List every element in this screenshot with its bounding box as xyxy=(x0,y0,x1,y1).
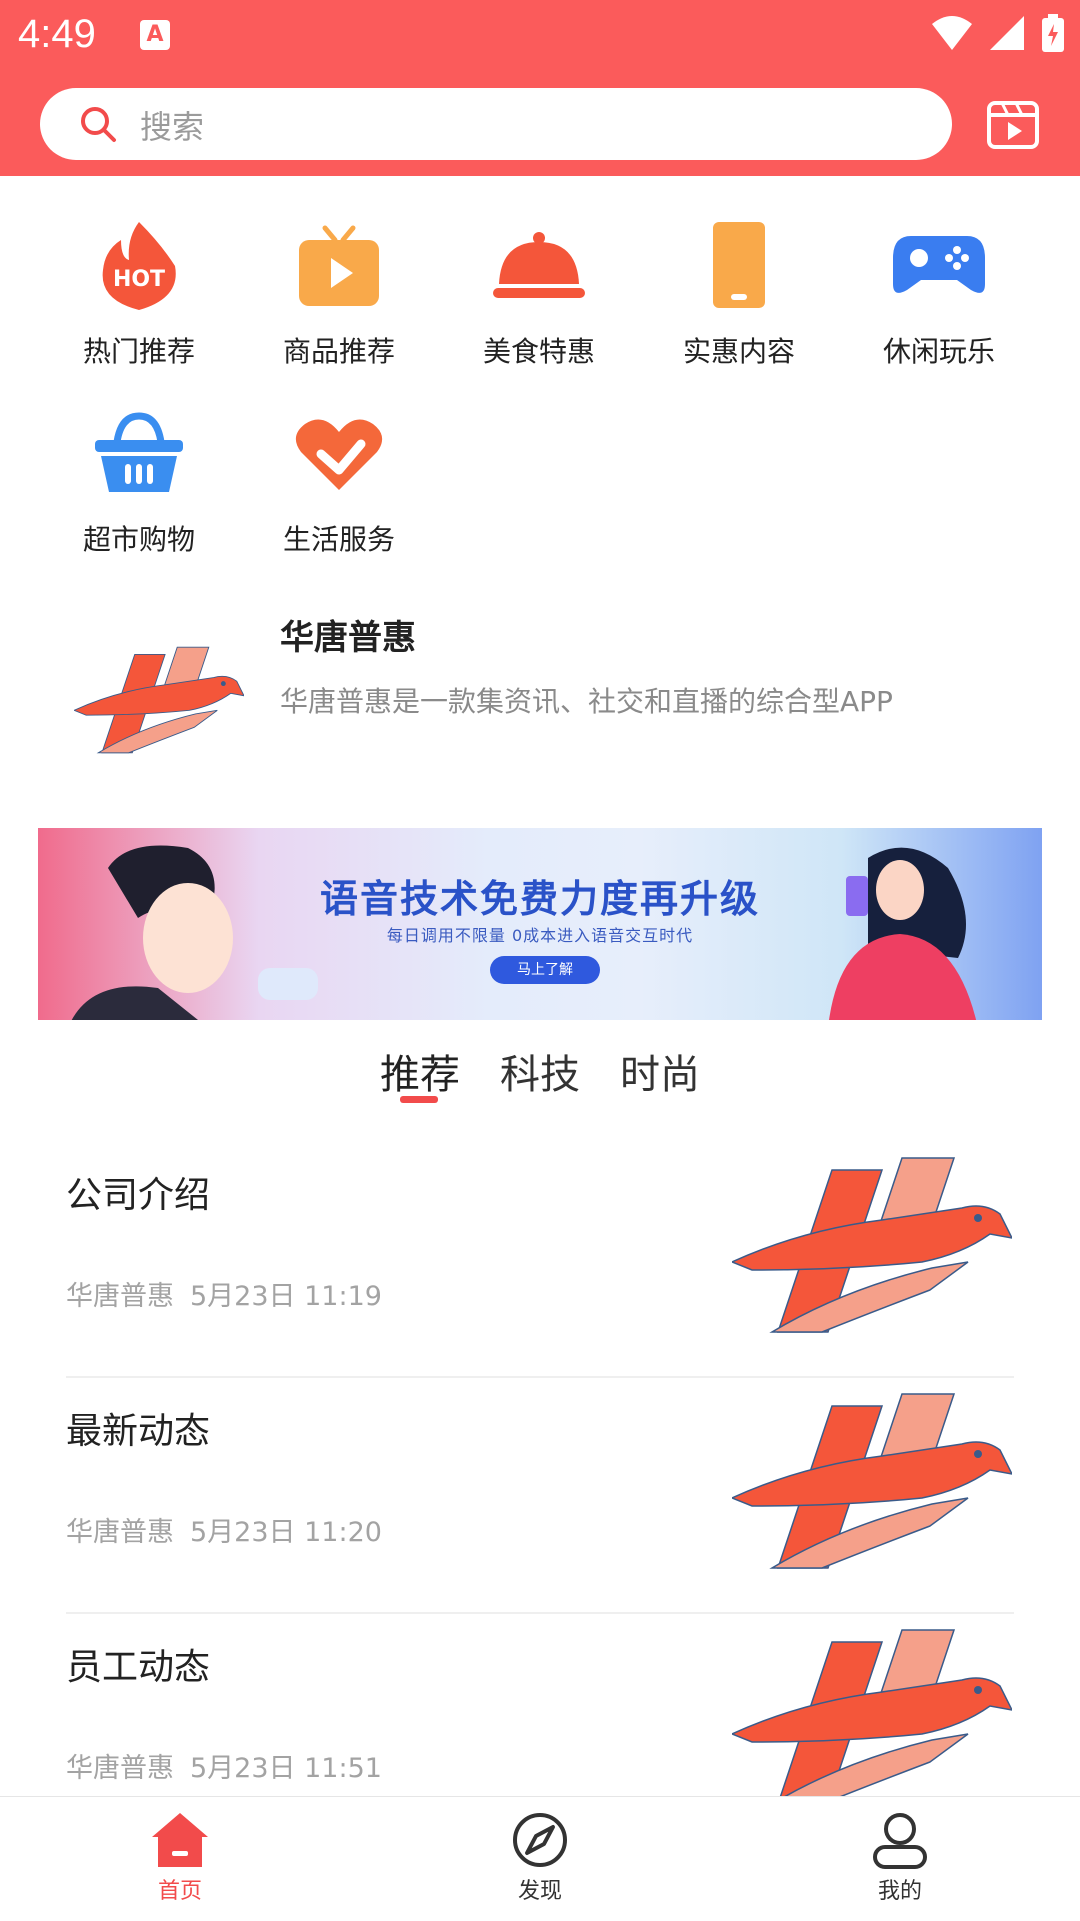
category-label: 热门推荐 xyxy=(82,335,195,368)
svg-text:HOT: HOT xyxy=(113,267,165,292)
status-indicators xyxy=(932,14,1064,52)
signal-icon xyxy=(990,16,1024,50)
item-title: 公司介绍 xyxy=(66,1175,211,1216)
category-goods[interactable]: 商品推荐 xyxy=(254,218,424,388)
nav-discover[interactable]: 发现 xyxy=(480,1811,600,1905)
wifi-icon xyxy=(932,16,972,50)
category-food[interactable]: 美食特惠 xyxy=(454,218,624,388)
tv-play-icon xyxy=(299,225,379,306)
app-notification-icon: A xyxy=(140,20,170,50)
item-source: 华唐普惠 xyxy=(66,1517,174,1548)
app-logo xyxy=(74,638,244,762)
category-label: 生活服务 xyxy=(282,523,395,556)
hot-flame-icon: HOT xyxy=(102,222,176,310)
video-icon[interactable] xyxy=(986,98,1040,152)
category-deals[interactable]: 实惠内容 xyxy=(654,218,824,388)
top-header: 4:49 A 搜索 xyxy=(0,0,1080,176)
status-time: 4:49 xyxy=(18,12,96,56)
nav-label: 首页 xyxy=(157,1879,202,1904)
item-meta: 华唐普惠 5月23日 11:19 xyxy=(66,1274,382,1313)
intro-description: 华唐普惠是一款集资讯、社交和直播的综合型APP xyxy=(280,685,893,718)
category-life-service[interactable]: 生活服务 xyxy=(254,406,424,576)
item-time: 5月23日 11:20 xyxy=(190,1517,382,1548)
item-meta: 华唐普惠 5月23日 11:51 xyxy=(66,1746,382,1785)
item-meta: 华唐普惠 5月23日 11:20 xyxy=(66,1510,382,1549)
item-source: 华唐普惠 xyxy=(66,1281,174,1312)
category-leisure[interactable]: 休闲玩乐 xyxy=(854,218,1024,388)
gamepad-icon xyxy=(893,236,985,293)
search-input[interactable]: 搜索 xyxy=(40,88,952,160)
promo-banner[interactable]: 语音技术免费力度再升级 每日调用不限量 0成本进入语音交互时代 马上了解 xyxy=(38,828,1042,1020)
tab-tech[interactable]: 科技 xyxy=(500,1042,580,1100)
item-thumbnail xyxy=(732,1622,1012,1812)
category-supermarket[interactable]: 超市购物 xyxy=(54,406,224,576)
intro-title: 华唐普惠 xyxy=(280,618,416,658)
category-label: 商品推荐 xyxy=(282,335,395,368)
shopping-basket-icon xyxy=(95,412,183,492)
category-tabs: 推荐 科技 时尚 xyxy=(0,1042,1080,1102)
nav-label: 我的 xyxy=(877,1879,922,1904)
compass-icon xyxy=(513,1813,567,1867)
category-label: 实惠内容 xyxy=(682,335,795,368)
tab-fashion[interactable]: 时尚 xyxy=(620,1042,700,1100)
search-placeholder: 搜索 xyxy=(140,108,205,146)
tab-recommend[interactable]: 推荐 xyxy=(380,1042,460,1100)
item-time: 5月23日 11:51 xyxy=(190,1753,382,1784)
nav-profile[interactable]: 我的 xyxy=(840,1811,960,1905)
item-source: 华唐普惠 xyxy=(66,1753,174,1784)
bottom-navigation: 首页 发现 我的 xyxy=(0,1796,1080,1921)
category-label: 超市购物 xyxy=(82,523,195,556)
active-tab-indicator xyxy=(400,1096,438,1103)
nav-home[interactable]: 首页 xyxy=(120,1811,240,1905)
nav-label: 发现 xyxy=(517,1879,562,1904)
phone-icon xyxy=(713,222,765,308)
category-label: 美食特惠 xyxy=(482,335,595,368)
banner-learn-more-button[interactable]: 马上了解 xyxy=(490,956,600,984)
item-thumbnail xyxy=(732,1150,1012,1340)
home-icon xyxy=(152,1813,208,1867)
item-title: 最新动态 xyxy=(66,1411,211,1452)
banner-woman-illustration xyxy=(829,847,977,1020)
item-time: 5月23日 11:19 xyxy=(190,1281,382,1312)
food-cloche-icon xyxy=(493,232,585,298)
battery-icon xyxy=(1042,14,1064,52)
user-icon xyxy=(873,1813,927,1869)
heart-service-icon xyxy=(295,419,383,490)
item-thumbnail xyxy=(732,1386,1012,1576)
item-title: 员工动态 xyxy=(66,1647,211,1688)
list-item[interactable]: 最新动态 华唐普惠 5月23日 11:20 xyxy=(66,1378,1014,1614)
category-hot[interactable]: HOT 热门推荐 xyxy=(54,218,224,388)
category-label: 休闲玩乐 xyxy=(882,335,995,368)
search-icon xyxy=(81,107,116,142)
list-item[interactable]: 公司介绍 华唐普惠 5月23日 11:19 xyxy=(66,1142,1014,1378)
